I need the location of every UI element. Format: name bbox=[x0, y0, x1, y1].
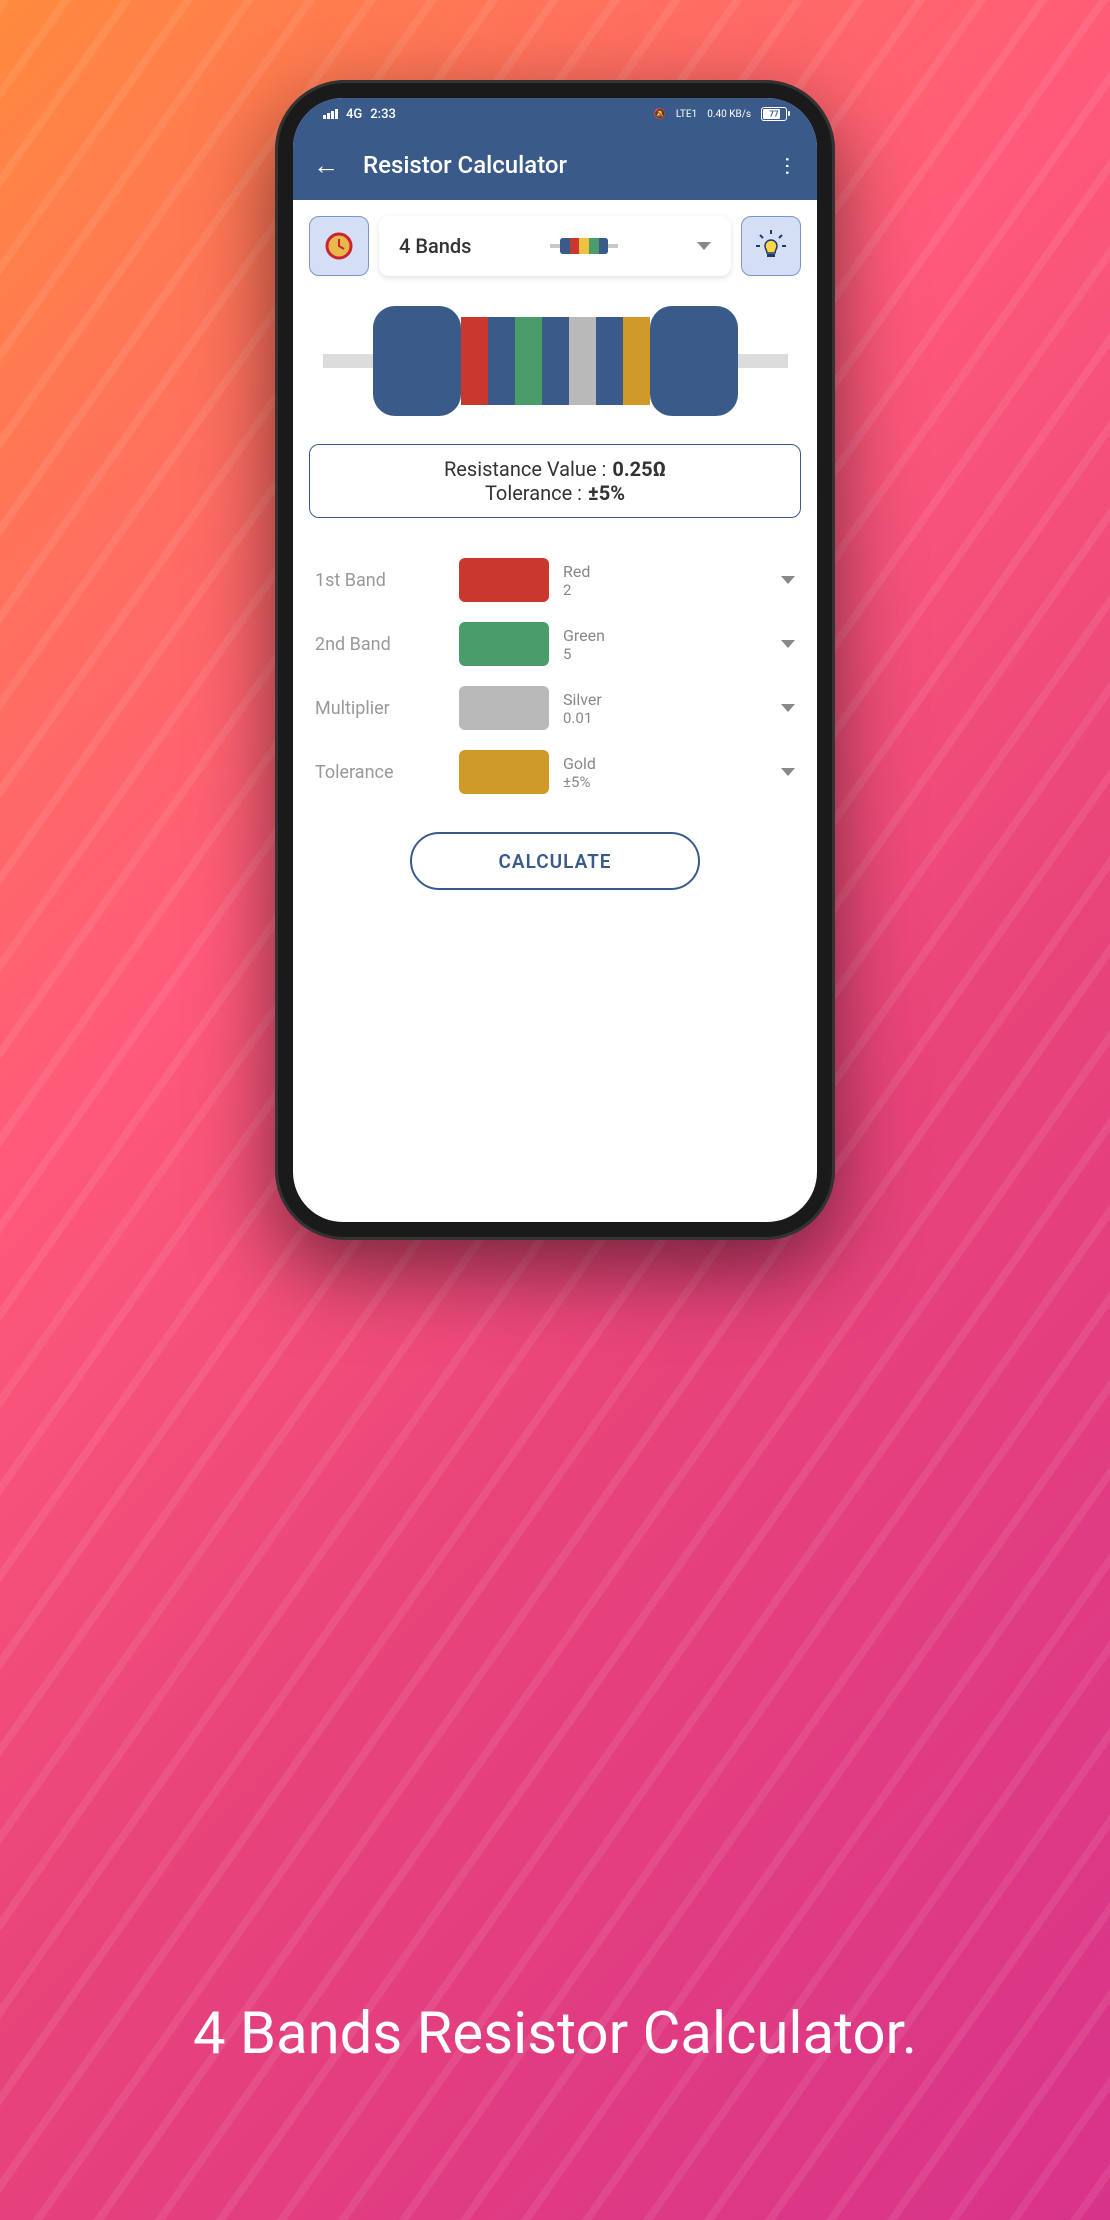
network-type: 4G bbox=[346, 107, 362, 122]
band-color-value: 5 bbox=[563, 645, 767, 663]
tips-button[interactable] bbox=[741, 216, 801, 276]
chevron-down-icon bbox=[781, 704, 795, 712]
band-selector-row[interactable]: 2nd Band Green 5 bbox=[309, 622, 801, 666]
band-swatch bbox=[459, 622, 549, 666]
band-swatch bbox=[459, 750, 549, 794]
chevron-down-icon bbox=[781, 768, 795, 776]
more-icon[interactable]: ⋯ bbox=[776, 156, 800, 174]
chevron-down-icon bbox=[697, 242, 711, 250]
phone-screen: 4G 2:33 🔕 LTE1 0.40 KB/s 77 ← Resistor C… bbox=[293, 98, 817, 1222]
tolerance-label: Tolerance : bbox=[485, 481, 582, 505]
resistor-stripe bbox=[488, 317, 515, 405]
mini-resistor-icon bbox=[491, 238, 677, 254]
band-label: Tolerance bbox=[315, 762, 445, 783]
band-count-label: 4 Bands bbox=[399, 234, 471, 258]
signal-icon bbox=[323, 109, 338, 119]
band-color-name: Gold bbox=[563, 754, 767, 773]
back-icon[interactable]: ← bbox=[313, 150, 339, 181]
result-box: Resistance Value : 0.25Ω Tolerance : ±5% bbox=[309, 444, 801, 518]
band-selector-row[interactable]: Multiplier Silver 0.01 bbox=[309, 686, 801, 730]
resistor-stripe bbox=[596, 317, 623, 405]
band-label: 1st Band bbox=[315, 570, 445, 591]
resistance-label: Resistance Value : bbox=[444, 457, 606, 481]
chevron-down-icon bbox=[781, 640, 795, 648]
tolerance-value: ±5% bbox=[588, 481, 625, 505]
app-title: Resistor Calculator bbox=[363, 151, 755, 179]
band-swatch bbox=[459, 686, 549, 730]
promo-caption: 4 Bands Resistor Calculator. bbox=[0, 2000, 1110, 2070]
band-color-value: ±5% bbox=[563, 773, 767, 791]
band-label: Multiplier bbox=[315, 698, 445, 719]
band-selector-row[interactable]: 1st Band Red 2 bbox=[309, 558, 801, 602]
resistor-stripe bbox=[461, 317, 488, 405]
speed-label: 0.40 KB/s bbox=[707, 109, 751, 120]
band-color-value: 2 bbox=[563, 581, 767, 599]
band-selector-row[interactable]: Tolerance Gold ±5% bbox=[309, 750, 801, 794]
resistor-diagram bbox=[309, 306, 801, 416]
band-label: 2nd Band bbox=[315, 634, 445, 655]
calculate-button[interactable]: CALCULATE bbox=[410, 832, 700, 890]
mute-icon: 🔕 bbox=[653, 109, 665, 120]
chevron-down-icon bbox=[781, 576, 795, 584]
resistor-stripe bbox=[623, 317, 650, 405]
status-time: 2:33 bbox=[370, 107, 396, 122]
battery-icon: 77 bbox=[761, 107, 787, 121]
resistor-stripe bbox=[542, 317, 569, 405]
resistor-stripe bbox=[515, 317, 542, 405]
band-color-name: Green bbox=[563, 626, 767, 645]
band-swatch bbox=[459, 558, 549, 602]
band-color-value: 0.01 bbox=[563, 709, 767, 727]
history-button[interactable] bbox=[309, 216, 369, 276]
app-bar: ← Resistor Calculator ⋯ bbox=[293, 130, 817, 200]
lte-label: LTE1 bbox=[676, 109, 697, 120]
band-color-name: Red bbox=[563, 562, 767, 581]
resistance-value: 0.25Ω bbox=[612, 457, 666, 481]
phone-frame: 4G 2:33 🔕 LTE1 0.40 KB/s 77 ← Resistor C… bbox=[275, 80, 835, 1240]
resistor-stripe bbox=[569, 317, 596, 405]
band-color-name: Silver bbox=[563, 690, 767, 709]
status-bar: 4G 2:33 🔕 LTE1 0.40 KB/s 77 bbox=[293, 98, 817, 130]
band-count-selector[interactable]: 4 Bands bbox=[379, 216, 731, 276]
